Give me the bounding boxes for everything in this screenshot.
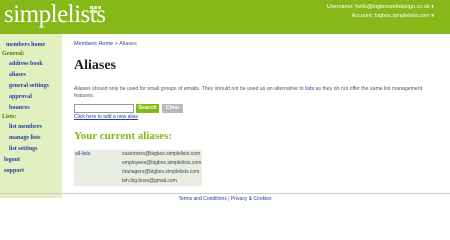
sidebar-item-aliases[interactable]: aliases <box>9 72 26 78</box>
sidebar-item-members-home[interactable]: members home <box>6 42 45 48</box>
section-title: Your current aliases: <box>74 130 172 142</box>
search-button[interactable]: Search <box>136 104 159 113</box>
privacy-link[interactable]: Privacy & Cookies <box>231 196 272 202</box>
username-dropdown[interactable]: Username: hello@bigboxwebdesign.co.uk ▾ <box>327 3 434 12</box>
page-description: Aliases should only be used for small gr… <box>74 86 429 100</box>
sidebar-heading-lists: Lists: <box>2 114 17 120</box>
alias-name-link[interactable]: all-lists <box>75 151 90 157</box>
sidebar-item-approval[interactable]: approval <box>9 94 32 100</box>
sidebar-item-address-book[interactable]: address book <box>9 61 43 67</box>
alias-email: managers@bigbox.simplelists.com <box>122 169 200 175</box>
account-dropdown[interactable]: Account: bigbox.simplelists.com ▾ <box>327 12 434 21</box>
search-input[interactable] <box>74 104 134 113</box>
logo-dots-icon <box>90 6 102 16</box>
alias-table: all-lists customers@bigbox.simplelists.c… <box>74 150 202 186</box>
sidebar-item-logout[interactable]: logout <box>4 157 20 163</box>
sidebar: members home General: address book alias… <box>0 34 62 198</box>
breadcrumb-current: Aliases <box>119 41 137 47</box>
lists-link[interactable]: lists <box>305 86 314 92</box>
breadcrumb: Members Home > Aliases <box>74 41 137 47</box>
alias-email: teh.big.boss@gmail.com <box>122 178 177 184</box>
alias-email: customers@bigbox.simplelists.com <box>122 151 201 157</box>
sidebar-item-bounces[interactable]: bounces <box>9 105 30 111</box>
sidebar-item-list-settings[interactable]: list settings <box>9 146 38 152</box>
header-bar: simplelists Username: hello@bigboxwebdes… <box>0 0 450 34</box>
sidebar-item-support[interactable]: support <box>4 168 24 174</box>
sidebar-item-list-members[interactable]: list members <box>9 124 42 130</box>
account-info: Username: hello@bigboxwebdesign.co.uk ▾ … <box>327 3 434 21</box>
sidebar-item-general-settings[interactable]: general settings <box>9 83 49 89</box>
description-text: Aliases should only be used for small gr… <box>74 86 306 92</box>
sidebar-item-manage-lists[interactable]: manage lists <box>9 135 41 141</box>
breadcrumb-home-link[interactable]: Members Home <box>74 41 113 47</box>
terms-link[interactable]: Terms and Conditions <box>178 196 226 202</box>
add-alias-link[interactable]: Click here to add a new alias <box>74 114 138 120</box>
footer: Terms and Conditions | Privacy & Cookies <box>0 196 450 202</box>
clear-button[interactable]: Clear <box>162 104 183 113</box>
page-title: Aliases <box>74 58 116 73</box>
alias-email: employees@bigbox.simplelists.com <box>122 160 202 166</box>
sidebar-heading-general: General: <box>2 51 25 57</box>
footer-divider <box>0 193 450 194</box>
